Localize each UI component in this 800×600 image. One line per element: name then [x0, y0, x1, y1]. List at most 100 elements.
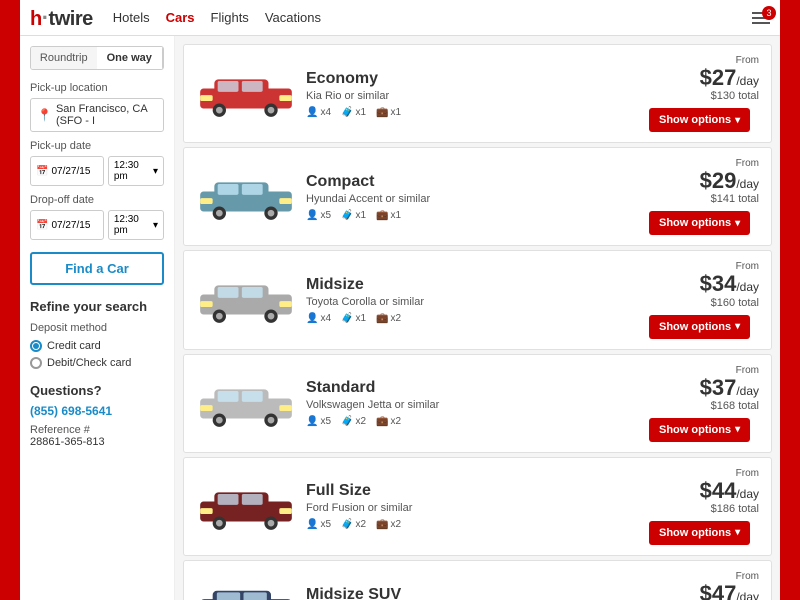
debit-card-option[interactable]: Debit/Check card: [30, 357, 164, 369]
large-bags-count: x1: [390, 210, 401, 221]
car-list: Economy Kia Rio or similar 👤 x4 🧳 x1 💼 x…: [175, 36, 780, 600]
car-card: Midsize Toyota Corolla or similar 👤 x4 🧳…: [183, 250, 772, 349]
chevron-down-icon: ▾: [735, 527, 740, 538]
car-features: 👤 x5 🧳 x2 💼 x2: [306, 416, 639, 427]
person-icon: 👤: [306, 107, 318, 118]
car-info: Compact Hyundai Accent or similar 👤 x5 🧳…: [306, 173, 639, 221]
show-options-button[interactable]: Show options ▾: [649, 418, 750, 442]
price-area: From $44/day $186 total Show options ▾: [649, 468, 759, 545]
car-card: Full Size Ford Fusion or similar 👤 x5 🧳 …: [183, 457, 772, 556]
show-options-button[interactable]: Show options ▾: [649, 108, 750, 132]
price-total: $130 total: [649, 90, 759, 102]
car-features: 👤 x4 🧳 x1 💼 x1: [306, 107, 639, 118]
pickup-time-input[interactable]: 12:30 pm ▾: [108, 156, 164, 186]
car-features: 👤 x5 🧳 x2 💼 x2: [306, 519, 639, 530]
price-area: From $27/day $130 total Show options ▾: [649, 55, 759, 132]
large-bags-info: 💼 x1: [376, 107, 401, 118]
large-bag-icon: 💼: [376, 519, 388, 530]
car-type: Standard: [306, 379, 639, 397]
large-bag-icon: 💼: [376, 313, 388, 324]
credit-card-label: Credit card: [47, 340, 101, 352]
credit-card-radio[interactable]: [30, 340, 42, 352]
seats-info: 👤 x5: [306, 416, 331, 427]
car-similar: Ford Fusion or similar: [306, 502, 639, 514]
credit-card-option[interactable]: Credit card: [30, 340, 164, 352]
tab-one-way[interactable]: One way: [97, 47, 164, 69]
time-chevron-icon: ▾: [153, 166, 158, 177]
dropoff-time-value: 12:30 pm: [114, 214, 151, 236]
seats-count: x4: [320, 313, 331, 324]
car-info: Midsize SUV Toyota RAV4 or similar 👤 x5 …: [306, 586, 639, 600]
small-bag-icon: 🧳: [341, 210, 353, 221]
large-bag-icon: 💼: [376, 107, 388, 118]
nav-cars[interactable]: Cars: [166, 10, 195, 25]
car-similar: Toyota Corolla or similar: [306, 296, 639, 308]
dropoff-time-input[interactable]: 12:30 pm ▾: [108, 210, 164, 240]
nav-flights[interactable]: Flights: [211, 10, 249, 25]
small-bags-info: 🧳 x2: [341, 519, 366, 530]
show-options-button[interactable]: Show options ▾: [649, 211, 750, 235]
person-icon: 👤: [306, 313, 318, 324]
seats-info: 👤 x5: [306, 519, 331, 530]
small-bags-count: x2: [355, 416, 366, 427]
header-right: 3: [752, 12, 770, 24]
small-bags-count: x1: [355, 313, 366, 324]
seats-count: x5: [320, 210, 331, 221]
car-card: Standard Volkswagen Jetta or similar 👤 x…: [183, 354, 772, 453]
small-bag-icon: 🧳: [341, 519, 353, 530]
menu-button[interactable]: 3: [752, 12, 770, 24]
debit-card-radio[interactable]: [30, 357, 42, 369]
price-area: From $29/day $141 total Show options ▾: [649, 158, 759, 235]
pickup-location-value: San Francisco, CA (SFO - I: [56, 103, 157, 127]
tab-roundtrip[interactable]: Roundtrip: [31, 47, 97, 69]
price-per-day: $47/day: [649, 582, 759, 600]
large-bag-icon: 💼: [376, 416, 388, 427]
phone-number[interactable]: (855) 698-5641: [30, 404, 164, 418]
person-icon: 👤: [306, 519, 318, 530]
car-type: Economy: [306, 70, 639, 88]
small-bags-info: 🧳 x2: [341, 416, 366, 427]
pickup-date-input[interactable]: 📅 07/27/15: [30, 156, 104, 186]
large-bags-count: x1: [390, 107, 401, 118]
find-car-button[interactable]: Find a Car: [30, 252, 164, 285]
large-bags-count: x2: [390, 519, 401, 530]
small-bags-info: 🧳 x1: [341, 313, 366, 324]
logo-text: h·twire: [30, 5, 93, 31]
seats-info: 👤 x5: [306, 210, 331, 221]
show-options-button[interactable]: Show options ▾: [649, 521, 750, 545]
car-type: Full Size: [306, 482, 639, 500]
pickup-location-input[interactable]: 📍 San Francisco, CA (SFO - I: [30, 98, 164, 132]
dropoff-time-chevron-icon: ▾: [153, 220, 158, 231]
large-bags-info: 💼 x2: [376, 519, 401, 530]
car-similar: Kia Rio or similar: [306, 90, 639, 102]
dropoff-date-time-row: 📅 07/27/15 12:30 pm ▾: [30, 210, 164, 240]
person-icon: 👤: [306, 210, 318, 221]
dropoff-date-input[interactable]: 📅 07/27/15: [30, 210, 104, 240]
car-image: [196, 167, 296, 227]
pickup-time-value: 12:30 pm: [114, 160, 151, 182]
car-type: Compact: [306, 173, 639, 191]
questions-title: Questions?: [30, 383, 164, 398]
seats-count: x4: [320, 107, 331, 118]
price-area: From $34/day $160 total Show options ▾: [649, 261, 759, 338]
chevron-down-icon: ▾: [735, 424, 740, 435]
nav-hotels[interactable]: Hotels: [113, 10, 150, 25]
price-per-day: $37/day: [649, 376, 759, 400]
large-bags-count: x2: [390, 313, 401, 324]
show-options-button[interactable]: Show options ▾: [649, 315, 750, 339]
car-image: [196, 64, 296, 124]
large-bags-info: 💼 x2: [376, 313, 401, 324]
nav-vacations[interactable]: Vacations: [265, 10, 321, 25]
car-similar: Hyundai Accent or similar: [306, 193, 639, 205]
chevron-down-icon: ▾: [735, 115, 740, 126]
chevron-down-icon: ▾: [735, 321, 740, 332]
small-bags-count: x1: [355, 210, 366, 221]
car-card: Compact Hyundai Accent or similar 👤 x5 🧳…: [183, 147, 772, 246]
debit-card-label: Debit/Check card: [47, 357, 131, 369]
reference-label: Reference #: [30, 424, 164, 436]
price-total: $141 total: [649, 193, 759, 205]
from-label: From: [649, 365, 759, 376]
refine-search-title: Refine your search: [30, 299, 164, 314]
chevron-down-icon: ▾: [735, 218, 740, 229]
price-per-day: $29/day: [649, 169, 759, 193]
